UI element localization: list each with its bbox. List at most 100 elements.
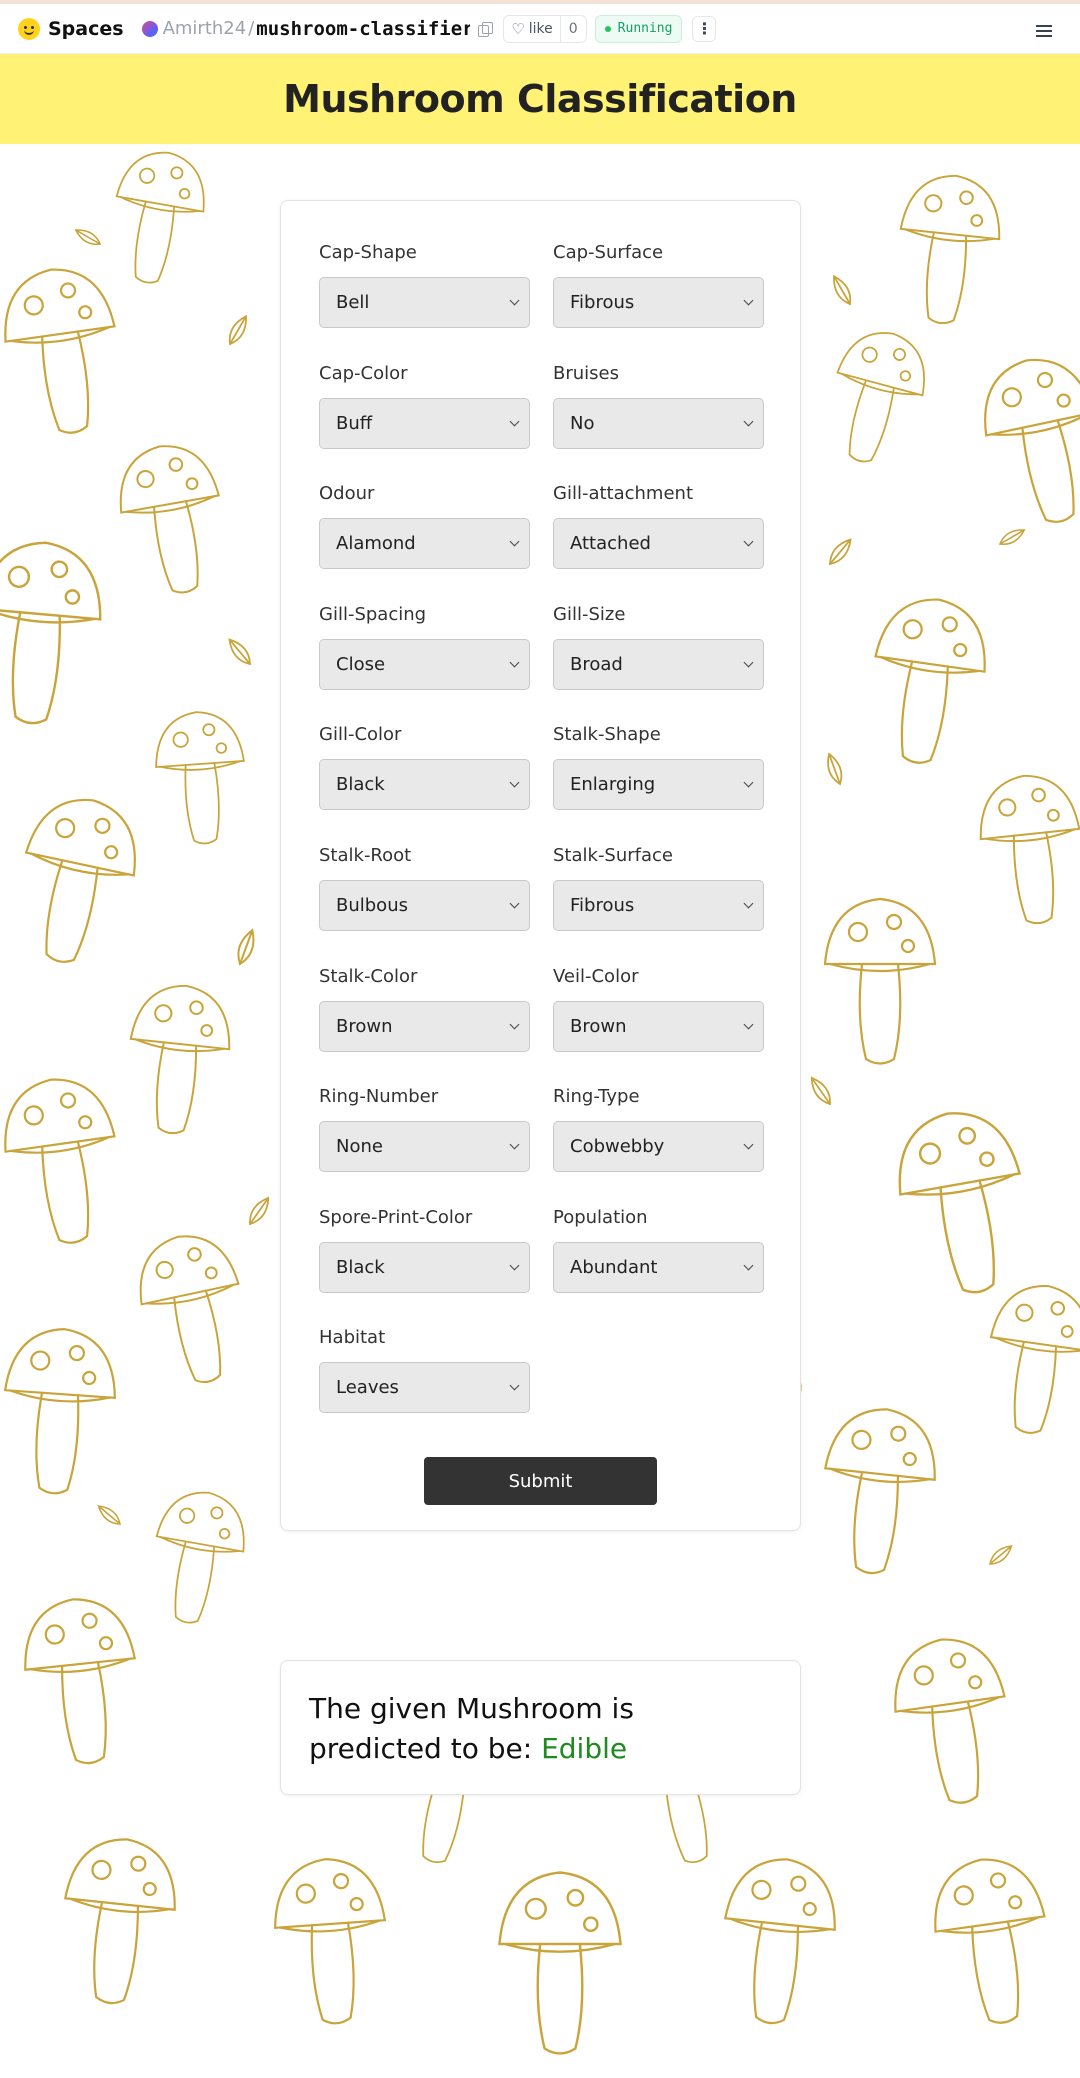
- owner-avatar[interactable]: [141, 20, 158, 37]
- chevron-down-icon: [743, 1260, 754, 1271]
- field-label: Odour: [319, 483, 375, 504]
- field-odour: Odour Alamond: [319, 482, 530, 569]
- more-options-button[interactable]: ⋮: [692, 15, 717, 42]
- field-stalk-surface: Stalk-Surface Fibrous: [553, 844, 764, 931]
- chevron-down-icon: [509, 295, 520, 306]
- field-gill-spacing: Gill-Spacing Close: [319, 603, 530, 690]
- field-gill-size: Gill-Size Broad: [553, 603, 764, 690]
- field-label: Cap-Surface: [553, 242, 664, 263]
- chevron-down-icon: [509, 1260, 520, 1271]
- gill-color-select[interactable]: Black: [319, 759, 530, 810]
- chevron-down-icon: [509, 898, 520, 909]
- copy-icon[interactable]: [478, 21, 494, 37]
- stalk-root-select[interactable]: Bulbous: [319, 880, 530, 931]
- field-label: Cap-Shape: [319, 242, 417, 263]
- field-label: Veil-Color: [553, 966, 639, 987]
- path-separator: /: [248, 18, 255, 39]
- stalk-color-select[interactable]: Brown: [319, 1001, 530, 1052]
- field-habitat: Habitat Leaves: [319, 1326, 530, 1413]
- chevron-down-icon: [509, 657, 520, 668]
- field-label: Stalk-Root: [319, 845, 412, 866]
- spaces-link[interactable]: Spaces: [48, 18, 124, 40]
- select-value: Close: [336, 654, 386, 675]
- field-gill-color: Gill-Color Black: [319, 723, 530, 810]
- field-cap-surface: Cap-Surface Fibrous: [553, 241, 764, 328]
- select-value: Bell: [336, 292, 370, 313]
- field-cap-shape: Cap-Shape Bell: [319, 241, 530, 328]
- select-value: Fibrous: [570, 895, 635, 916]
- chevron-down-icon: [743, 416, 754, 427]
- field-label: Habitat: [319, 1327, 386, 1348]
- like-label: like: [528, 20, 553, 37]
- select-value: Black: [336, 1257, 385, 1278]
- field-stalk-root: Stalk-Root Bulbous: [319, 844, 530, 931]
- owner-link[interactable]: Amirth24: [163, 18, 247, 39]
- field-label: Cap-Color: [319, 363, 408, 384]
- cap-color-select[interactable]: Buff: [319, 398, 530, 449]
- field-label: Gill-Spacing: [319, 604, 427, 625]
- field-label: Bruises: [553, 363, 619, 384]
- gill-size-select[interactable]: Broad: [553, 639, 764, 690]
- select-value: Abundant: [570, 1257, 658, 1278]
- classification-form: Cap-Shape Bell Cap-Surface Fibrous Cap-C…: [280, 200, 801, 1531]
- field-veil-color: Veil-Color Brown: [553, 965, 764, 1052]
- stalk-shape-select[interactable]: Enlarging: [553, 759, 764, 810]
- veil-color-select[interactable]: Brown: [553, 1001, 764, 1052]
- chevron-down-icon: [743, 898, 754, 909]
- stalk-surface-select[interactable]: Fibrous: [553, 880, 764, 931]
- field-gill-attachment: Gill-attachment Attached: [553, 482, 764, 569]
- select-value: Fibrous: [570, 292, 635, 313]
- select-value: Enlarging: [570, 774, 656, 795]
- cap-surface-select[interactable]: Fibrous: [553, 277, 764, 328]
- chevron-down-icon: [509, 1139, 520, 1150]
- field-stalk-color: Stalk-Color Brown: [319, 965, 530, 1052]
- gill-attachment-select[interactable]: Attached: [553, 518, 764, 569]
- habitat-select[interactable]: Leaves: [319, 1362, 530, 1413]
- select-value: Brown: [336, 1016, 393, 1037]
- like-count[interactable]: 0: [559, 15, 586, 42]
- field-population: Population Abundant: [553, 1206, 764, 1293]
- ring-number-select[interactable]: None: [319, 1121, 530, 1172]
- field-ring-number: Ring-Number None: [319, 1085, 530, 1172]
- odour-select[interactable]: Alamond: [319, 518, 530, 569]
- ring-type-select[interactable]: Cobwebby: [553, 1121, 764, 1172]
- chevron-down-icon: [743, 295, 754, 306]
- result-value: Edible: [541, 1732, 628, 1765]
- chevron-down-icon: [509, 536, 520, 547]
- like-button[interactable]: ♡ like 0: [503, 14, 587, 43]
- select-value: Attached: [570, 533, 651, 554]
- spore-print-color-select[interactable]: Black: [319, 1242, 530, 1293]
- gill-spacing-select[interactable]: Close: [319, 639, 530, 690]
- field-label: Stalk-Surface: [553, 845, 674, 866]
- chevron-down-icon: [509, 416, 520, 427]
- result-text: The given Mushroom is predicted to be: E…: [309, 1689, 772, 1769]
- field-label: Gill-Size: [553, 604, 626, 625]
- field-label: Population: [553, 1207, 648, 1228]
- status-badge[interactable]: Running: [594, 14, 683, 43]
- page-title: Mushroom Classification: [283, 77, 797, 121]
- select-value: No: [570, 413, 595, 434]
- select-value: Leaves: [336, 1377, 399, 1398]
- heart-icon: ♡: [511, 19, 525, 38]
- field-label: Stalk-Shape: [553, 724, 661, 745]
- hamburger-menu-icon[interactable]: [1036, 25, 1052, 37]
- cap-shape-select[interactable]: Bell: [319, 277, 530, 328]
- select-value: Bulbous: [336, 895, 408, 916]
- field-ring-type: Ring-Type Cobwebby: [553, 1085, 764, 1172]
- select-value: None: [336, 1136, 383, 1157]
- submit-button[interactable]: Submit: [424, 1457, 657, 1505]
- field-label: Ring-Type: [553, 1086, 640, 1107]
- field-spore-print-color: Spore-Print-Color Black: [319, 1206, 530, 1293]
- bruises-select[interactable]: No: [553, 398, 764, 449]
- field-label: Gill-Color: [319, 724, 402, 745]
- huggingface-logo-icon[interactable]: [18, 17, 40, 40]
- select-value: Brown: [570, 1016, 627, 1037]
- field-label: Stalk-Color: [319, 966, 418, 987]
- select-value: Buff: [336, 413, 373, 434]
- chevron-down-icon: [743, 777, 754, 788]
- population-select[interactable]: Abundant: [553, 1242, 764, 1293]
- repo-name-link[interactable]: mushroom-classifier: [256, 18, 470, 40]
- space-topbar: Spaces Amirth24 / mushroom-classifier ♡ …: [0, 0, 1080, 54]
- chevron-down-icon: [743, 657, 754, 668]
- select-value: Alamond: [336, 533, 416, 554]
